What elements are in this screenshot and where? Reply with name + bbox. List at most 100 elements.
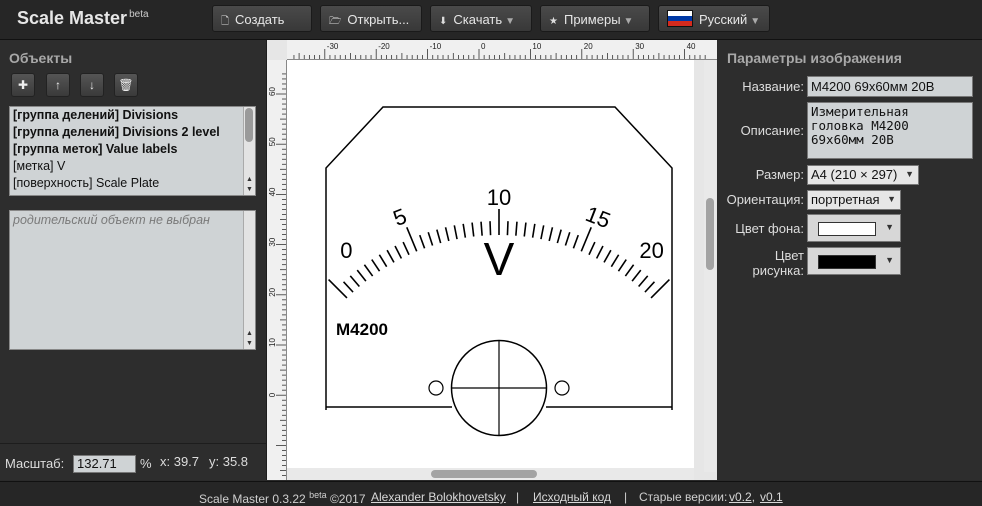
open-button[interactable]: 🗁 Открыть... xyxy=(320,5,422,32)
scroll-down-icon[interactable]: ▼ xyxy=(244,185,255,194)
size-select[interactable]: А4 (210 × 297) ▼ xyxy=(807,165,919,185)
orientation-select[interactable]: портретная ▼ xyxy=(807,190,901,210)
scale-value-label[interactable]: 10 xyxy=(487,185,511,210)
scale-value-label[interactable]: 20 xyxy=(639,238,663,263)
unit-label[interactable]: V xyxy=(484,233,515,285)
minor-division[interactable] xyxy=(480,221,483,236)
canvas-vertical-scrollbar[interactable] xyxy=(704,60,716,472)
minor-division[interactable] xyxy=(515,221,518,236)
minor-division[interactable] xyxy=(471,222,475,237)
minor-division[interactable] xyxy=(349,275,360,288)
minor-division[interactable] xyxy=(631,269,642,282)
ruler-label: 30 xyxy=(635,42,644,51)
minor-division[interactable] xyxy=(436,229,442,244)
image-params-panel: Параметры изображения Название: М4200 69… xyxy=(718,40,982,480)
minor-division[interactable] xyxy=(595,245,604,259)
ruler-label: -20 xyxy=(378,42,390,51)
chevron-down-icon: ▼ xyxy=(887,194,896,204)
delete-object-button[interactable]: 🗑 xyxy=(114,73,138,97)
minor-division[interactable] xyxy=(572,234,580,249)
background-color-swatch xyxy=(818,222,876,236)
drawing-color-select[interactable]: ▼ xyxy=(807,247,901,275)
minor-division[interactable] xyxy=(531,223,536,238)
parent-box-scrollbar[interactable]: ▲ ▼ xyxy=(243,211,255,349)
vertical-ruler[interactable]: 60 50 40 30 20 10 0 xyxy=(267,60,287,480)
mount-hole-left[interactable] xyxy=(428,380,444,396)
model-label[interactable]: M4200 xyxy=(336,320,388,339)
minor-division[interactable] xyxy=(453,225,458,240)
minor-division[interactable] xyxy=(610,254,620,268)
arrow-down-icon: ↓ xyxy=(89,78,95,92)
minor-division[interactable] xyxy=(644,281,656,293)
download-button[interactable]: ⬇ Скачать ▼ xyxy=(430,5,532,32)
list-item[interactable]: [группа делений] Divisions 2 level xyxy=(10,124,255,141)
major-division[interactable] xyxy=(406,227,418,252)
examples-button[interactable]: ★ Примеры ▼ xyxy=(540,5,650,32)
scrollbar-thumb[interactable] xyxy=(706,198,714,270)
minor-division[interactable] xyxy=(418,234,426,249)
scroll-down-icon[interactable]: ▼ xyxy=(244,339,255,348)
scroll-up-icon[interactable]: ▲ xyxy=(244,175,255,184)
scrollbar-thumb[interactable] xyxy=(245,108,253,142)
scrollbar-thumb[interactable] xyxy=(431,470,537,478)
move-up-button[interactable]: ↑ xyxy=(46,73,70,97)
minor-division[interactable] xyxy=(444,227,450,242)
minor-division[interactable] xyxy=(394,245,403,259)
name-input[interactable]: М4200 69х60мм 20В xyxy=(807,76,973,97)
list-item[interactable]: [метка] V xyxy=(10,158,255,175)
language-button[interactable]: Русский ▼ xyxy=(658,5,770,32)
create-button[interactable]: 🗋 Создать xyxy=(212,5,312,32)
objects-list-scrollbar[interactable]: ▲ ▼ xyxy=(243,107,255,195)
minor-division[interactable] xyxy=(363,264,374,277)
chevron-down-icon: ▼ xyxy=(750,16,761,27)
app-title: Scale Master beta xyxy=(17,8,149,28)
list-item[interactable]: [группа меток] Value labels xyxy=(10,141,255,158)
background-color-select[interactable]: ▼ xyxy=(807,214,901,242)
parent-object-box[interactable]: родительский объект не выбран ▲ ▼ xyxy=(9,210,256,350)
folder-open-icon: 🗁 xyxy=(329,16,342,27)
list-item[interactable]: [группа делений] Divisions xyxy=(10,107,255,124)
minor-division[interactable] xyxy=(371,259,381,272)
list-item[interactable]: [поверхность] Scale Plate xyxy=(10,175,255,192)
minor-division[interactable] xyxy=(342,281,354,293)
minor-division[interactable] xyxy=(378,254,388,268)
scale-value-label[interactable]: 0 xyxy=(340,238,352,263)
paper-canvas[interactable]: 0 5 10 15 20 V M4200 xyxy=(287,60,694,472)
description-textarea[interactable]: Измерительная головка М4200 69х60мм 20В xyxy=(807,102,973,159)
minor-division[interactable] xyxy=(556,229,562,244)
scroll-up-icon[interactable]: ▲ xyxy=(244,329,255,338)
scale-value-label[interactable]: 15 xyxy=(582,201,614,233)
minor-division[interactable] xyxy=(386,249,395,263)
v02-link[interactable]: v0.2, xyxy=(729,490,755,504)
minor-division[interactable] xyxy=(540,225,545,240)
minor-division[interactable] xyxy=(462,223,467,238)
major-division[interactable] xyxy=(580,227,592,252)
objects-list[interactable]: [группа делений] Divisions [группа делен… xyxy=(9,106,256,196)
source-link[interactable]: Исходный код xyxy=(533,490,611,504)
minor-division[interactable] xyxy=(402,241,410,256)
minor-division[interactable] xyxy=(548,227,554,242)
author-link[interactable]: Alexander Bolokhovetsky xyxy=(371,490,506,504)
horizontal-ruler[interactable]: -40 -30 -20 -10 0 10 20 30 40 xyxy=(275,40,717,60)
minor-division[interactable] xyxy=(624,264,635,277)
minor-division[interactable] xyxy=(603,249,612,263)
minor-division[interactable] xyxy=(588,241,596,256)
minor-division[interactable] xyxy=(638,275,649,288)
zoom-input[interactable]: 132.71 xyxy=(73,455,136,473)
trash-icon: 🗑 xyxy=(118,78,134,92)
minor-division[interactable] xyxy=(356,269,367,282)
minor-division[interactable] xyxy=(523,222,527,237)
minor-division[interactable] xyxy=(427,231,434,246)
mount-hole-right[interactable] xyxy=(554,380,570,396)
v01-link[interactable]: v0.1 xyxy=(760,490,783,504)
canvas-horizontal-scrollbar[interactable] xyxy=(287,468,694,480)
minor-division[interactable] xyxy=(564,231,571,246)
move-down-button[interactable]: ↓ xyxy=(80,73,104,97)
scale-drawing[interactable]: 0 5 10 15 20 V M4200 xyxy=(287,60,694,472)
footer: Scale Master 0.3.22 beta ©2017 Alexander… xyxy=(0,481,982,506)
ruler-label: 40 xyxy=(687,42,696,51)
cursor-x: x: 39.7 xyxy=(160,454,200,469)
add-object-button[interactable]: ✚ xyxy=(11,73,35,97)
minor-division[interactable] xyxy=(617,259,627,272)
scale-value-label[interactable]: 5 xyxy=(390,203,411,231)
